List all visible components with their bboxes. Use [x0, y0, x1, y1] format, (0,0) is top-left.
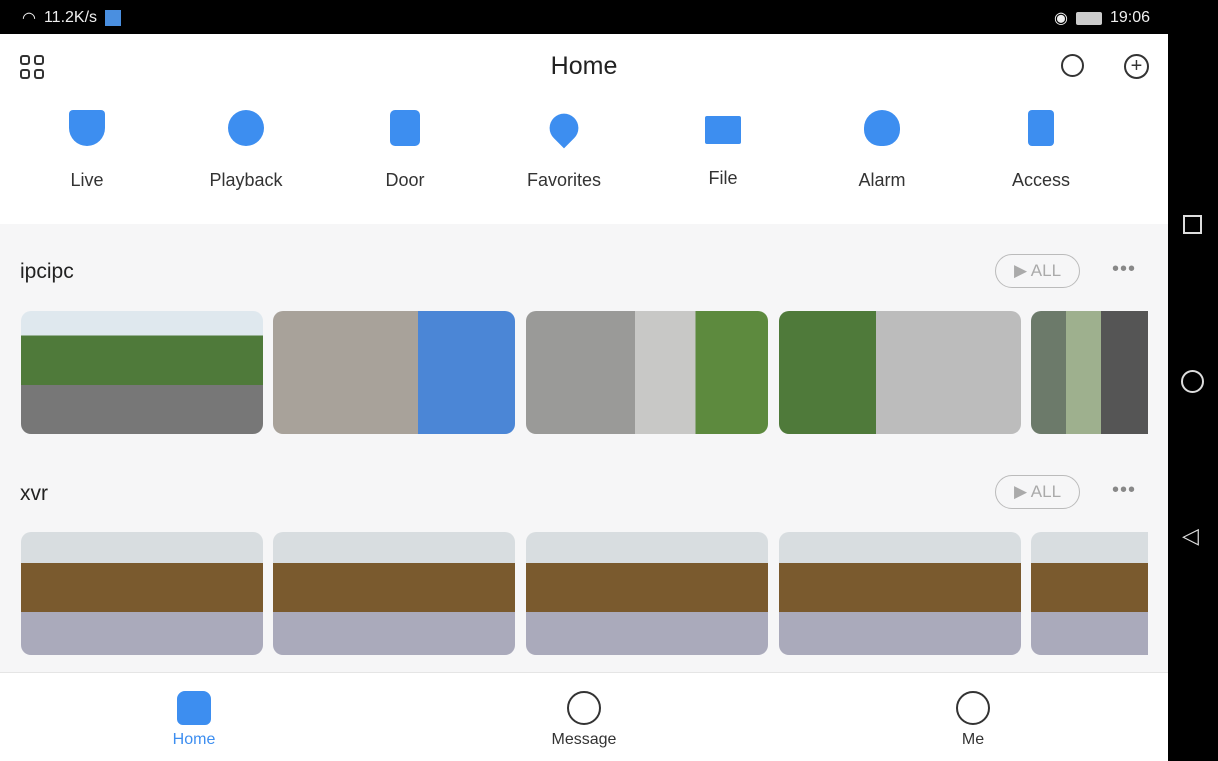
camera-thumbnail[interactable]: [21, 532, 263, 655]
group-name: xvr: [20, 482, 48, 505]
app: Home + Live Playback Door Favorites File…: [0, 34, 1168, 761]
camera-thumbnail[interactable]: [1031, 532, 1148, 655]
camera-thumbnail[interactable]: [779, 311, 1021, 434]
alarm-icon: [864, 110, 900, 146]
app-notification-icon: [105, 10, 122, 26]
back-icon[interactable]: ◁: [1182, 523, 1199, 549]
status-bar: ◠ 11.2K/s ◉ 19:06: [0, 0, 1168, 34]
playback-icon: [228, 110, 264, 146]
label: File: [708, 168, 738, 188]
quick-action-favorites[interactable]: Favorites: [484, 107, 644, 191]
network-speed: 11.2K/s: [43, 9, 98, 26]
label: ALL: [1030, 482, 1062, 501]
label: Home: [172, 731, 216, 748]
quick-action-live[interactable]: Live: [7, 110, 167, 191]
label: Alarm: [858, 170, 906, 190]
quick-action-playback[interactable]: Playback: [166, 110, 326, 191]
message-icon: [567, 691, 601, 725]
label: ALL: [1030, 261, 1062, 280]
play-all-button[interactable]: ▶ ALL: [995, 254, 1080, 288]
home-nav-icon[interactable]: [1181, 370, 1204, 393]
camera-thumbnail[interactable]: [1031, 311, 1148, 434]
battery-icon: [1075, 11, 1102, 25]
recents-icon[interactable]: [1183, 215, 1202, 234]
device-group-ipcipc: ipcipc ▶ ALL •••: [0, 224, 1168, 445]
tab-home[interactable]: Home: [114, 691, 274, 749]
tab-me[interactable]: Me: [893, 691, 1053, 749]
system-nav-bar: ◁: [1168, 0, 1218, 761]
home-icon: [177, 691, 211, 725]
clock: 19:06: [1109, 9, 1150, 26]
camera-thumbnail[interactable]: [273, 532, 515, 655]
page-title: Home: [550, 52, 618, 80]
camera-thumbnail[interactable]: [21, 311, 263, 434]
camera-thumbnail[interactable]: [779, 532, 1021, 655]
eye-icon: ◉: [1053, 10, 1068, 27]
header: Home + Live Playback Door Favorites File…: [0, 34, 1168, 224]
more-options-button[interactable]: •••: [1112, 479, 1136, 502]
device-group-xvr: xvr ▶ ALL •••: [0, 445, 1168, 672]
camera-thumbnail[interactable]: [273, 311, 515, 434]
heart-icon: [543, 107, 585, 149]
door-icon: [390, 110, 420, 146]
camera-thumbnail[interactable]: [526, 311, 768, 434]
play-all-button[interactable]: ▶ ALL: [995, 475, 1080, 509]
tab-message[interactable]: Message: [504, 691, 664, 749]
quick-action-file[interactable]: File: [643, 110, 803, 189]
label: Message: [551, 731, 617, 748]
label: Access: [1011, 170, 1071, 190]
label: Me: [961, 731, 985, 748]
access-icon: [1028, 110, 1054, 146]
profile-icon: [956, 691, 990, 725]
label: Favorites: [526, 170, 602, 190]
quick-action-door[interactable]: Door: [325, 110, 485, 191]
bottom-tab-bar: Home Message Me: [0, 672, 1168, 761]
camera-thumbnail[interactable]: [526, 532, 768, 655]
group-name: ipcipc: [20, 260, 74, 283]
add-icon[interactable]: +: [1124, 54, 1149, 79]
more-options-button[interactable]: •••: [1112, 258, 1136, 281]
label: Door: [385, 170, 425, 190]
label: Live: [70, 170, 104, 190]
quick-action-access[interactable]: Access: [961, 110, 1121, 191]
folder-icon: [705, 116, 741, 144]
label: Playback: [209, 170, 283, 190]
wifi-icon: ◠: [22, 10, 36, 27]
search-icon[interactable]: [1061, 54, 1084, 77]
quick-action-alarm[interactable]: Alarm: [802, 110, 962, 191]
camera-icon: [69, 110, 105, 146]
